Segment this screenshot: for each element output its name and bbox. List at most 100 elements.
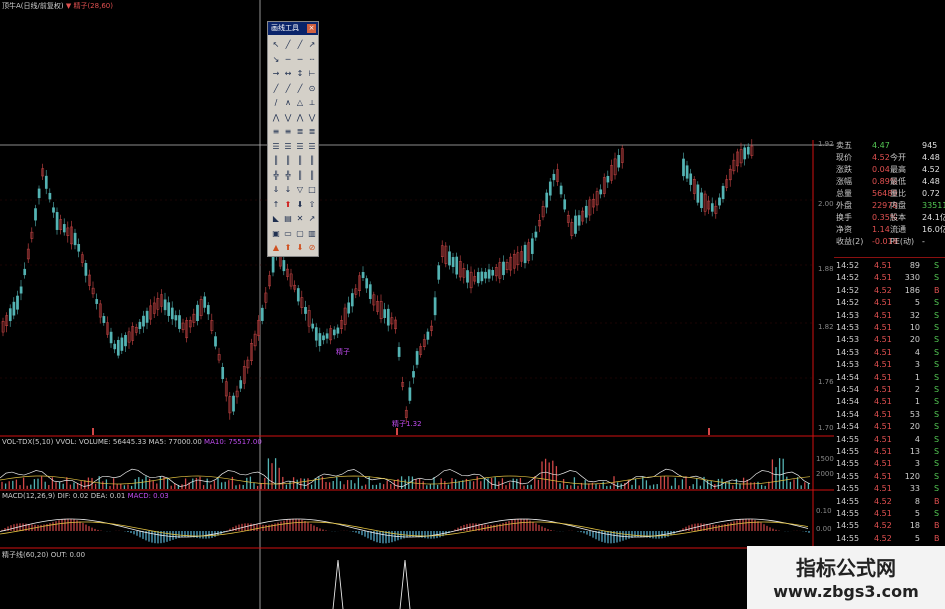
quote-value: 4.47 [872,141,890,150]
draw-tool-icon[interactable]: ┄ [307,55,317,65]
candle-body [318,333,322,347]
draw-tool-icon[interactable]: ⊢ [307,69,317,79]
draw-tool-icon[interactable]: ☰ [271,142,281,152]
tick-time: 14:53 [836,347,860,357]
candle-body [577,215,581,226]
draw-tool-icon[interactable]: ⬇ [295,243,305,253]
candle-body [167,302,171,316]
draw-tool-icon[interactable]: ─ [295,55,305,65]
candle-body [304,307,307,314]
tick-row: 14:54 4.51 53 S [834,409,945,421]
draw-tool-icon[interactable]: ║ [295,156,305,166]
draw-tool-icon[interactable]: ≡ [283,127,293,137]
candle-body [37,188,41,199]
quote-row: 卖五 4.47 945 [834,140,945,152]
draw-tool-icon[interactable]: ↕ [295,69,305,79]
draw-tool-icon[interactable]: ╱ [283,84,293,94]
draw-tool-icon[interactable]: ╱ [271,84,281,94]
draw-tool-icon[interactable]: ▽ [295,185,305,195]
draw-tool-icon[interactable]: ⊙ [307,84,317,94]
pointer-icon[interactable]: ↖ [271,40,281,50]
draw-tool-icon[interactable]: ⇓ [271,185,281,195]
draw-tool-icon[interactable]: ↘ [271,55,281,65]
tick-volume: 5 [914,509,920,518]
draw-tool-icon[interactable]: ─ [283,55,293,65]
candle-body [545,192,549,208]
candle-body [365,278,369,289]
draw-tool-icon[interactable]: ╬ [271,171,281,181]
draw-tool-icon[interactable]: ║ [307,171,317,181]
kline-chart[interactable] [0,0,834,609]
tick-side: S [934,409,940,419]
draw-tool-icon[interactable]: ▥ [307,229,317,239]
signal-marker [708,428,710,435]
draw-tool-icon[interactable]: ╱ [295,84,305,94]
draw-tool-icon[interactable]: ⬆ [283,243,293,253]
draw-tool-icon[interactable]: ⋀ [271,113,281,123]
draw-tool-icon[interactable]: ≣ [307,127,317,137]
draw-tool-icon[interactable]: ⋀ [295,113,305,123]
draw-tool-icon[interactable]: → [271,69,281,79]
draw-tool-icon[interactable]: ▣ [271,229,281,239]
draw-tool-icon[interactable]: ╬ [283,171,293,181]
draw-tool-icon[interactable]: ⬆ [283,200,293,210]
line-icon[interactable]: ╱ [283,40,293,50]
tick-row: 14:52 4.52 186 B [834,285,945,297]
draw-tool-icon[interactable]: ║ [283,156,293,166]
draw-tool-icon[interactable]: ⊘ [307,243,317,253]
arrow-line-icon[interactable]: ↗ [307,40,317,50]
tick-row: 14:55 4.52 8 B [834,496,945,508]
draw-tool-icon[interactable]: ║ [295,171,305,181]
draw-tool-icon[interactable]: ↔ [283,69,293,79]
tick-price: 4.52 [874,285,892,295]
tick-volume: 8 [914,496,920,506]
candle-body [311,323,315,329]
tick-row: 14:53 4.51 3 S [834,359,945,371]
tick-time: 14:52 [836,298,860,308]
draw-tool-icon[interactable]: ⬇ [295,200,305,210]
draw-tool-icon[interactable]: ☰ [283,142,293,152]
draw-tool-icon[interactable]: ↓ [283,185,293,195]
draw-tool-icon[interactable]: ☰ [307,142,317,152]
draw-tool-icon[interactable]: ▤ [283,214,293,224]
drawing-toolbar[interactable]: 画线工具 × ↖ ╱ ╱ ↗ ↘ ─ ─ ┄ → ↔ ↕ ⊢ ╱ ╱ ╱ ⊙ ∕ ∧ △ ⟂ ⋀ ⋁ ⋀ ⋁ ≡ ≡ ≣ ≣ ☰ ☰ ☰ ☰ ║… [267,21,319,257]
draw-tool-icon[interactable]: ⋁ [307,113,317,123]
candle-body [397,347,401,357]
tick-side: S [934,360,940,370]
draw-tool-icon[interactable]: ∕ [271,98,281,108]
toolbar-title: 画线工具 [271,24,299,32]
draw-tool-icon[interactable]: □ [307,185,317,195]
draw-tool-icon[interactable]: ⟂ [307,98,317,108]
draw-tool-icon[interactable]: ◣ [271,214,281,224]
draw-tool-icon[interactable]: ✕ [295,214,305,224]
draw-tool-icon[interactable]: ▢ [295,229,305,239]
draw-tool-icon[interactable]: ⋁ [283,113,293,123]
draw-tool-icon[interactable]: ║ [307,156,317,166]
draw-tool-icon[interactable]: ≡ [271,127,281,137]
candle-body [170,307,174,320]
tick-time: 14:54 [836,422,860,432]
ray-icon[interactable]: ╱ [295,40,305,50]
draw-tool-icon[interactable]: △ [295,98,305,108]
candle-body [476,272,480,284]
draw-tool-icon[interactable]: ⇧ [307,200,317,210]
candle-body [437,265,441,280]
toolbar-titlebar[interactable]: 画线工具 × [268,22,318,35]
candle-body [368,284,372,299]
tick-volume: 330 [904,273,920,283]
draw-tool-icon[interactable]: ▲ [271,243,281,253]
close-icon[interactable]: × [307,24,316,33]
draw-tool-icon[interactable]: ☰ [295,142,305,152]
draw-tool-icon[interactable]: ↑ [271,200,281,210]
tick-side: S [934,509,940,518]
draw-tool-icon[interactable]: ≣ [295,127,305,137]
draw-tool-icon[interactable]: ↗ [307,214,317,224]
tick-time: 14:55 [836,521,860,531]
candle-body [296,288,300,302]
draw-tool-icon[interactable]: ║ [271,156,281,166]
quote-label-2: PE(动) [890,237,915,246]
draw-tool-icon[interactable]: ▭ [283,229,293,239]
draw-tool-icon[interactable]: ∧ [283,98,293,108]
tick-volume: 4 [914,434,920,444]
candle-body [282,260,286,272]
